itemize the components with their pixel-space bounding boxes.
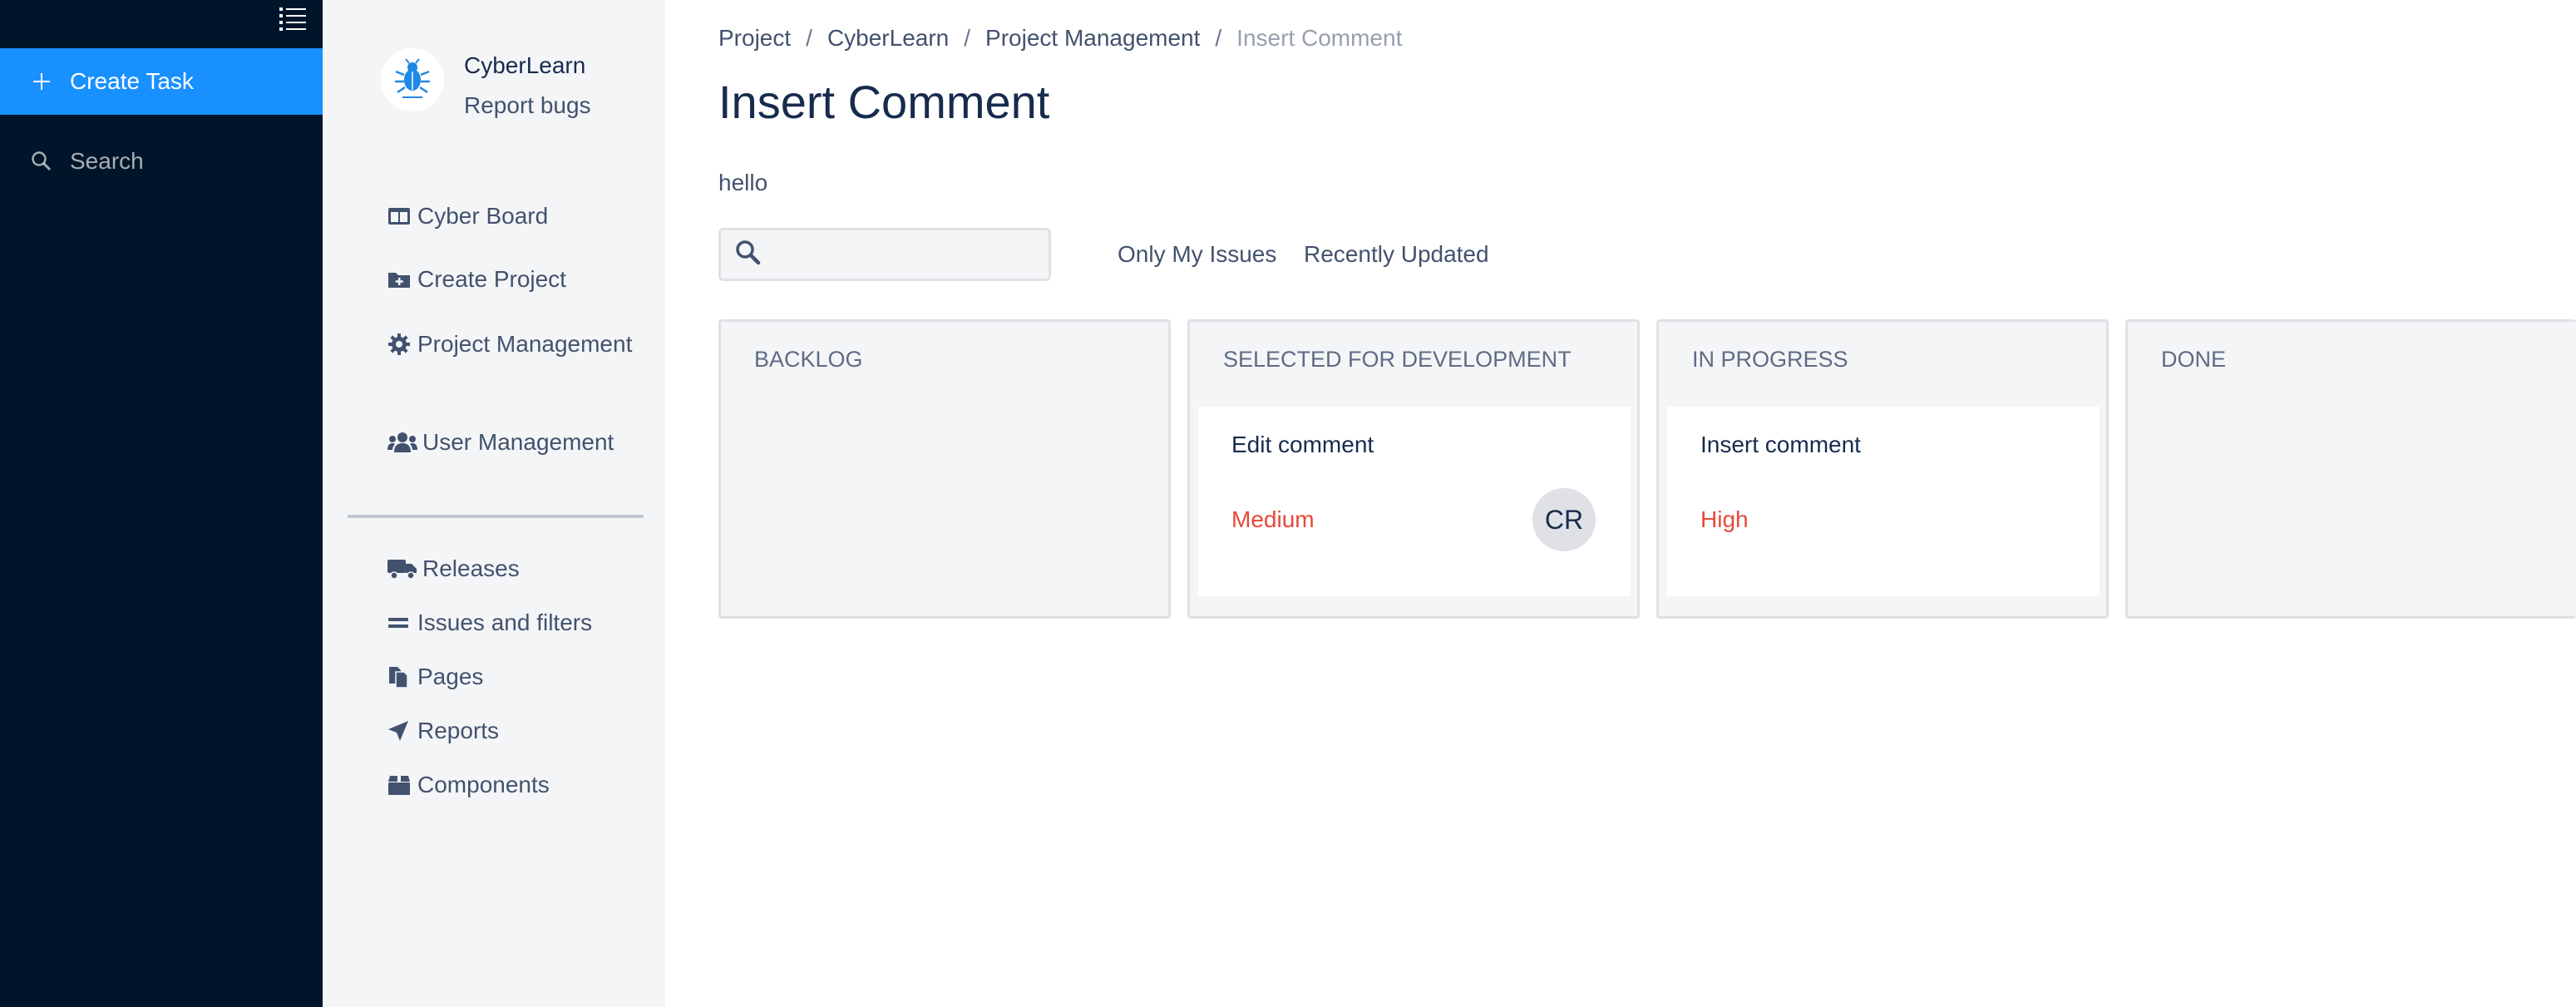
bug-logo-icon (381, 48, 444, 111)
task-card[interactable]: Insert comment High (1667, 407, 2100, 596)
menu-item-label: Issues and filters (417, 610, 593, 635)
task-card[interactable]: Edit comment Medium CR (1198, 407, 1631, 596)
column-title: SELECTED FOR DEVELOPMENT (1223, 347, 1572, 372)
menu-divider (348, 515, 644, 518)
project-menu: CyberLearn Report bugs Cyber Board Creat… (323, 0, 665, 1007)
menu-item-label: Create Project (417, 266, 566, 292)
search-label: Search (70, 148, 144, 174)
left-rail: Create Task Search (0, 0, 323, 1007)
breadcrumb-separator: / (1215, 25, 1222, 51)
page-title: Insert Comment (718, 76, 1050, 128)
menu-toggle-icon[interactable] (278, 5, 308, 33)
users-icon (387, 424, 417, 461)
menu-item-label: Project Management (417, 331, 633, 357)
column-title: IN PROGRESS (1692, 347, 1848, 372)
menu-item-user-management[interactable]: User Management (387, 424, 637, 461)
breadcrumb: Project / CyberLearn / Project Managemen… (718, 25, 1402, 52)
column-selected-for-development: SELECTED FOR DEVELOPMENT Edit comment Me… (1187, 319, 1640, 619)
menu-item-issues-and-filters[interactable]: Issues and filters (387, 605, 637, 641)
breadcrumb-current: Insert Comment (1236, 25, 1403, 51)
assignee-avatar[interactable]: CR (1532, 488, 1596, 551)
project-subtitle: Report bugs (464, 92, 591, 118)
breadcrumb-cyberlearn[interactable]: CyberLearn (827, 25, 949, 52)
task-title: Edit comment (1231, 432, 1374, 457)
task-priority: High (1700, 506, 1749, 532)
breadcrumb-project[interactable]: Project (718, 25, 791, 52)
menu-item-label: User Management (422, 429, 614, 455)
menu-item-label: Pages (417, 664, 484, 689)
truck-icon (387, 550, 417, 587)
menu-item-label: Cyber Board (417, 203, 549, 229)
search-field[interactable] (718, 228, 1051, 281)
equals-icon (387, 605, 412, 641)
menu-item-cyber-board[interactable]: Cyber Board (387, 198, 637, 234)
project-description: hello (718, 170, 768, 195)
menu-item-releases[interactable]: Releases (387, 550, 637, 587)
column-title: BACKLOG (754, 347, 863, 372)
gear-icon (387, 326, 412, 363)
paper-plane-icon (387, 713, 412, 749)
column-in-progress: IN PROGRESS Insert comment High (1656, 319, 2109, 619)
board-icon (387, 198, 412, 234)
task-priority: Medium (1231, 506, 1315, 532)
project-name: CyberLearn (464, 52, 586, 78)
main-content: Project / CyberLearn / Project Managemen… (718, 0, 2576, 1007)
search-icon (28, 148, 55, 175)
search-icon (734, 239, 762, 267)
box-icon (387, 767, 412, 803)
recently-updated-filter[interactable]: Recently Updated (1304, 241, 1489, 268)
create-task-button[interactable]: Create Task (0, 48, 323, 115)
column-done: DONE (2125, 319, 2576, 619)
breadcrumb-project-management[interactable]: Project Management (985, 25, 1200, 52)
column-title: DONE (2161, 347, 2227, 372)
plus-icon (28, 68, 55, 95)
menu-item-project-management[interactable]: Project Management (387, 326, 637, 363)
create-task-label: Create Task (70, 68, 194, 94)
search-input[interactable] (767, 235, 1042, 275)
breadcrumb-separator: / (964, 25, 971, 51)
menu-item-label: Reports (417, 718, 500, 743)
search-button[interactable]: Search (0, 128, 323, 195)
menu-item-reports[interactable]: Reports (387, 713, 637, 749)
menu-item-label: Releases (422, 555, 520, 581)
brand: CyberLearn Report bugs (381, 48, 591, 121)
breadcrumb-separator: / (806, 25, 812, 51)
menu-item-label: Components (417, 772, 550, 797)
menu-item-create-project[interactable]: Create Project (387, 261, 637, 298)
menu-item-components[interactable]: Components (387, 767, 637, 803)
task-title: Insert comment (1700, 432, 1861, 457)
menu-item-pages[interactable]: Pages (387, 659, 637, 695)
only-my-issues-filter[interactable]: Only My Issues (1118, 241, 1276, 268)
column-backlog: BACKLOG (718, 319, 1171, 619)
copy-icon (387, 659, 412, 695)
folder-plus-icon (387, 261, 412, 298)
